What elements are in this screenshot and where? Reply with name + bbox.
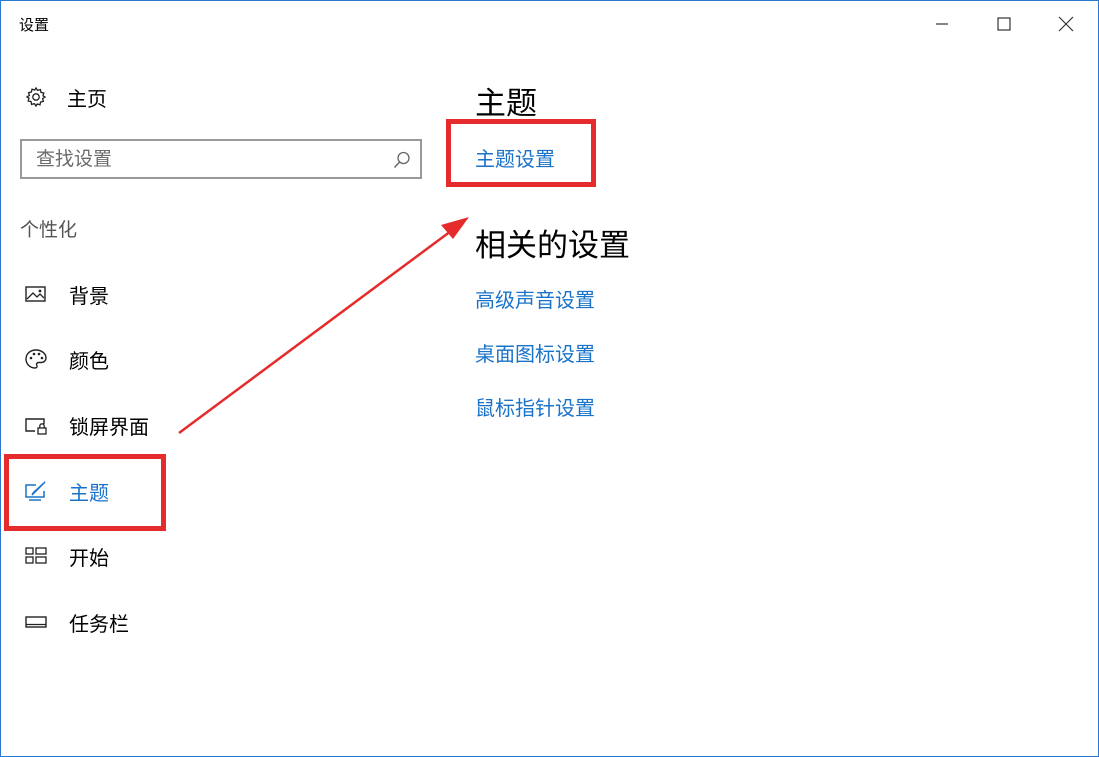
annotation-arrow [178, 217, 469, 435]
settings-window: 设置 主页 个性化 背景 [0, 0, 1099, 757]
